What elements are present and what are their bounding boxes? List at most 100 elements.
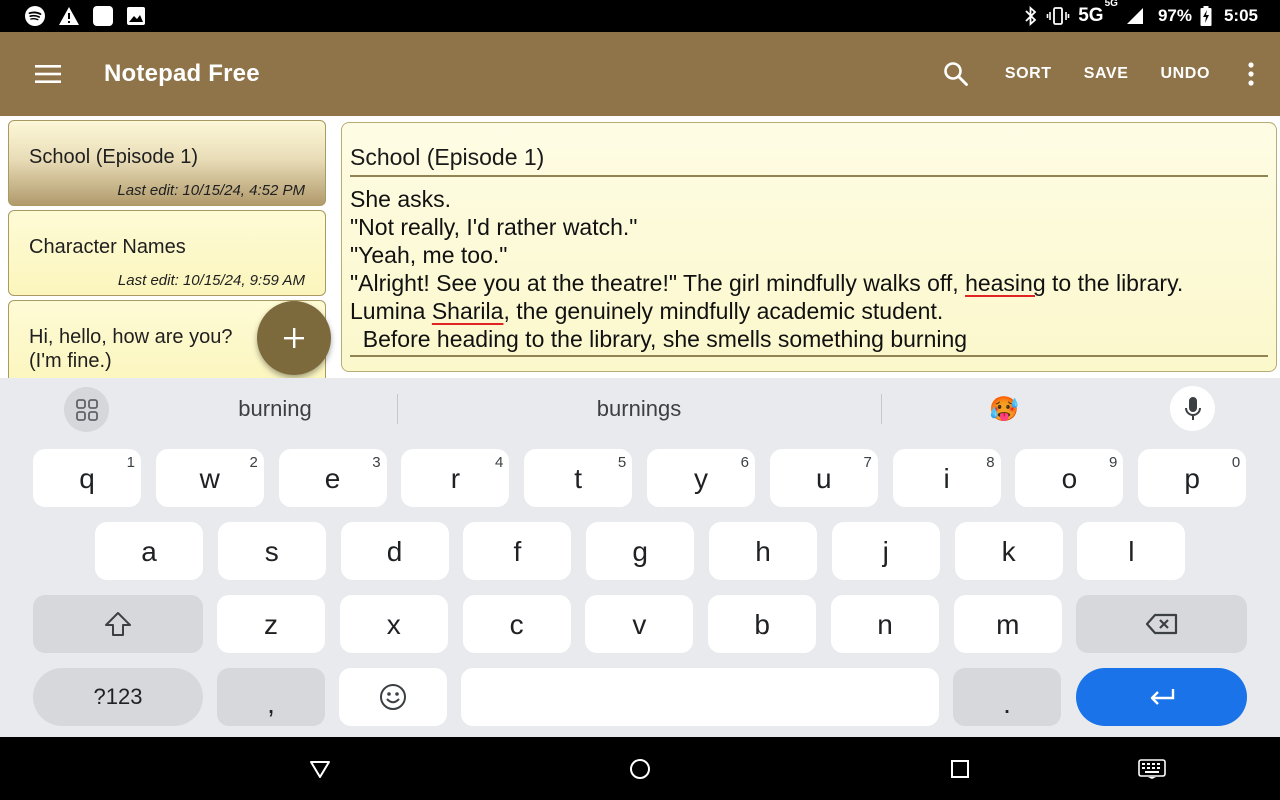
backspace-key[interactable] [1076,595,1247,653]
enter-key[interactable] [1076,668,1247,726]
recents-square-icon [951,760,969,778]
suggestion-emoji[interactable]: 🥵 [884,378,1124,440]
image-icon [126,6,146,26]
key-label: x [386,609,401,640]
key-label: r [450,463,461,494]
soft-keyboard: burning burnings 🥵 q1w2e3r4t5y6u7i8o9p0 … [0,378,1280,737]
key-label: g [632,536,648,567]
comma-key[interactable]: , [217,668,325,726]
menu-button[interactable] [18,44,78,104]
undo-button[interactable]: UNDO [1144,32,1226,116]
suggestion-2[interactable]: burnings [400,378,878,440]
key-e[interactable]: e3 [278,449,387,507]
back-triangle-icon [310,761,330,778]
text-line: Before heading to the library, she smell… [350,326,968,352]
key-w[interactable]: w2 [155,449,264,507]
key-label: m [996,609,1020,640]
key-label: a [141,536,157,567]
key-s[interactable]: s [217,522,326,580]
save-button[interactable]: SAVE [1068,32,1145,116]
key-label: n [877,609,893,640]
note-editor[interactable]: School (Episode 1) She asks. "Not really… [341,122,1277,372]
overflow-menu-button[interactable] [1226,32,1266,116]
search-button[interactable] [923,32,989,116]
microphone-icon [1184,396,1201,420]
home-circle-icon [630,759,650,779]
smiley-icon [380,684,406,710]
key-d[interactable]: d [340,522,449,580]
clock: 5:05 [1223,6,1258,25]
divider [881,394,882,424]
key-label: l [1128,536,1135,567]
key-label: z [264,609,278,640]
network-label: 5G5G [1078,0,1118,26]
shift-key[interactable] [33,595,203,653]
space-key[interactable] [461,668,939,726]
key-c[interactable]: c [462,595,571,653]
content-area: School (Episode 1) Last edit: 10/15/24, … [0,116,1280,378]
key-y[interactable]: y6 [647,449,755,507]
key-hint: 3 [372,454,381,471]
key-x[interactable]: x [339,595,448,653]
editor-body-field[interactable]: She asks. "Not really, I'd rather watch.… [350,185,1268,357]
key-r[interactable]: r4 [401,449,510,507]
key-g[interactable]: g [586,522,695,580]
key-label: v [632,609,647,640]
key-hint: 0 [1231,454,1241,471]
key-b[interactable]: b [708,595,817,653]
home-button[interactable] [622,751,658,787]
key-o[interactable]: o9 [1015,449,1124,507]
note-list-item[interactable]: School (Episode 1) Last edit: 10/15/24, … [8,120,326,206]
symbols-key[interactable]: ?123 [33,668,203,726]
key-label: b [754,609,770,640]
key-m[interactable]: m [953,595,1062,653]
key-label: k [1001,536,1016,567]
key-k[interactable]: k [954,522,1063,580]
misspelled-word[interactable]: heasing [965,270,1046,296]
back-button[interactable] [302,751,338,787]
vibrate-icon [1046,6,1070,26]
spotify-icon [24,5,46,27]
key-t[interactable]: t5 [524,449,633,507]
battery-charging-icon [1200,6,1212,26]
key-u[interactable]: u7 [769,449,878,507]
key-j[interactable]: j [831,522,940,580]
more-vert-icon [1248,62,1254,86]
key-q[interactable]: q1 [33,449,141,507]
key-v[interactable]: v [585,595,694,653]
misspelled-word[interactable]: Sharila [432,298,504,324]
battery-percent: 97% [1157,6,1192,25]
key-hint: 5 [617,454,627,471]
voice-input-button[interactable] [1170,386,1215,431]
editor-title-field[interactable]: School (Episode 1) [350,143,1268,177]
key-label: u [816,463,832,494]
plus-icon [284,328,304,348]
keyboard-switch-button[interactable] [1134,751,1170,787]
note-last-edit: Last edit: 10/15/24, 9:59 AM [117,272,305,289]
grid-icon [75,398,98,421]
key-label: h [755,536,771,567]
add-note-button[interactable] [257,301,331,375]
key-f[interactable]: f [463,522,572,580]
emoji-key[interactable] [339,668,447,726]
key-label: y [694,463,708,494]
period-key[interactable]: . [953,668,1061,726]
key-z[interactable]: z [217,595,325,653]
key-l[interactable]: l [1077,522,1186,580]
key-n[interactable]: n [831,595,939,653]
keyboard-apps-button[interactable] [64,387,109,432]
recents-button[interactable] [942,751,978,787]
key-i[interactable]: i8 [892,449,1001,507]
key-h[interactable]: h [709,522,817,580]
note-list-item[interactable]: Character Names Last edit: 10/15/24, 9:5… [8,210,326,296]
sort-button[interactable]: SORT [989,32,1068,116]
key-label: p [1184,463,1200,494]
key-p[interactable]: p0 [1138,449,1247,507]
suggestion-1[interactable]: burning [150,378,400,440]
key-a[interactable]: a [95,522,203,580]
note-title: Hi, hello, how are you? (I'm fine.) [29,326,233,372]
status-bar: 5G5G 97% 5:05 [0,0,1280,32]
key-label: o [1061,463,1078,494]
key-label: d [386,536,403,567]
note-last-edit: Last edit: 10/15/24, 4:52 PM [117,182,305,199]
